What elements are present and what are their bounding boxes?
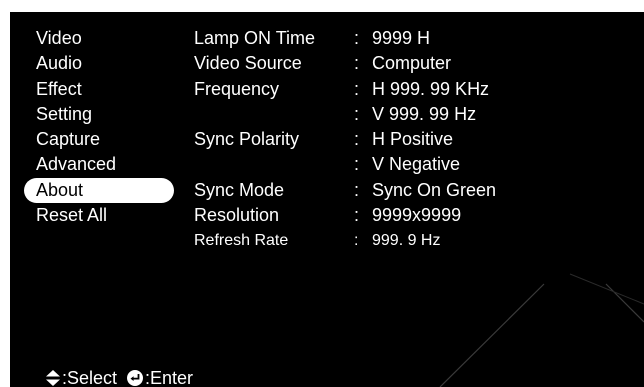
info-separator: : bbox=[354, 78, 360, 99]
info-separator: : bbox=[354, 103, 360, 124]
info-value: V Negative bbox=[372, 154, 461, 175]
info-value: H 999. 99 KHz bbox=[372, 78, 490, 99]
select-hint-label: :Select bbox=[62, 368, 118, 387]
info-value: H Positive bbox=[372, 129, 454, 150]
info-separator: : bbox=[354, 154, 360, 175]
enter-hint-label: :Enter bbox=[145, 368, 194, 387]
menu-item-advanced[interactable]: Advanced bbox=[24, 152, 174, 177]
info-label: Sync Polarity bbox=[194, 129, 300, 150]
enter-icon bbox=[127, 370, 144, 386]
info-separator: : bbox=[354, 28, 360, 48]
info-label: Video Source bbox=[194, 53, 302, 74]
info-separator: : bbox=[354, 53, 360, 74]
info-label: Sync Mode bbox=[194, 179, 285, 200]
osd-screen: Video Audio Effect Setting Capture Advan… bbox=[10, 12, 644, 387]
info-value: V 999. 99 Hz bbox=[372, 103, 477, 124]
info-separator: : bbox=[354, 129, 360, 150]
menu-item-about[interactable]: About bbox=[24, 177, 174, 204]
info-label: Frequency bbox=[194, 78, 280, 99]
up-down-arrow-icon bbox=[46, 370, 60, 386]
info-value: 9999 H bbox=[372, 28, 431, 48]
info-value: 9999x9999 bbox=[372, 205, 462, 226]
key-guide: :Select :Enter bbox=[46, 367, 193, 387]
menu-item-audio[interactable]: Audio bbox=[24, 51, 174, 76]
menu-item-setting[interactable]: Setting bbox=[24, 102, 174, 127]
menu-item-video[interactable]: Video bbox=[24, 26, 174, 51]
info-separator: : bbox=[354, 205, 360, 226]
info-separator: : bbox=[354, 232, 359, 250]
menu-item-effect[interactable]: Effect bbox=[24, 77, 174, 102]
info-separator: : bbox=[354, 179, 360, 200]
menu-item-capture[interactable]: Capture bbox=[24, 127, 174, 152]
menu-item-reset-all[interactable]: Reset All bbox=[24, 203, 174, 228]
main-menu: Video Audio Effect Setting Capture Advan… bbox=[24, 26, 174, 228]
info-value: 999. 9 Hz bbox=[372, 232, 441, 250]
info-label: Refresh Rate bbox=[194, 232, 289, 250]
info-label: Resolution bbox=[194, 205, 280, 226]
info-value: Computer bbox=[372, 53, 452, 74]
info-value: Sync On Green bbox=[372, 179, 497, 200]
info-label: Lamp ON Time bbox=[194, 28, 316, 48]
